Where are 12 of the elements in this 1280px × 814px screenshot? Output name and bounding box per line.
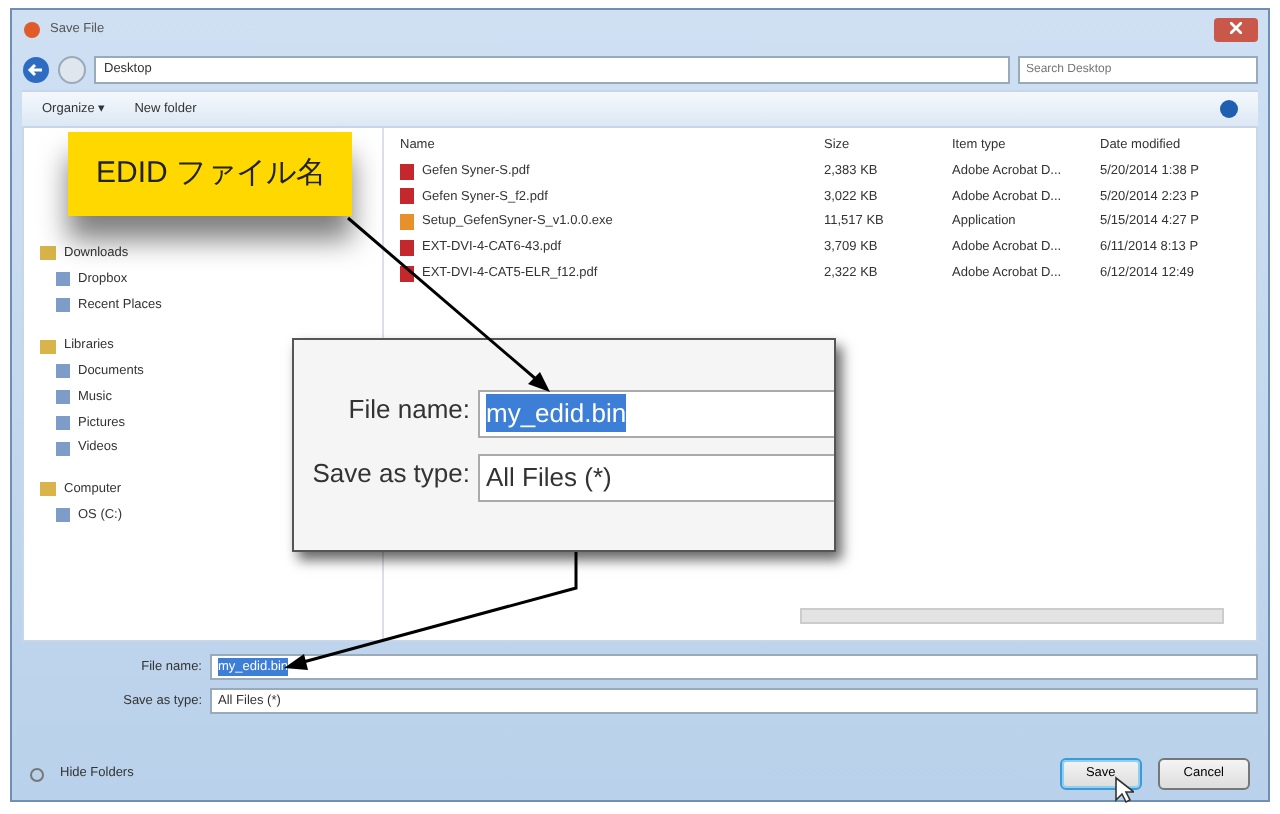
horizontal-scrollbar[interactable] xyxy=(800,608,1224,624)
field-label: File name: xyxy=(346,391,470,427)
app-icon xyxy=(22,20,42,40)
cursor-icon xyxy=(1114,776,1134,804)
close-icon xyxy=(1230,22,1242,35)
callout-label: EDID ファイル名 xyxy=(68,132,352,216)
exe-file-icon xyxy=(400,214,414,231)
back-icon xyxy=(22,56,50,84)
field-label: Save as type: xyxy=(310,455,470,492)
file-type-dropdown[interactable]: All Files (*) xyxy=(478,453,834,501)
close-button[interactable] xyxy=(1214,18,1258,42)
file-name-field[interactable]: my_edid.bin xyxy=(478,389,834,437)
